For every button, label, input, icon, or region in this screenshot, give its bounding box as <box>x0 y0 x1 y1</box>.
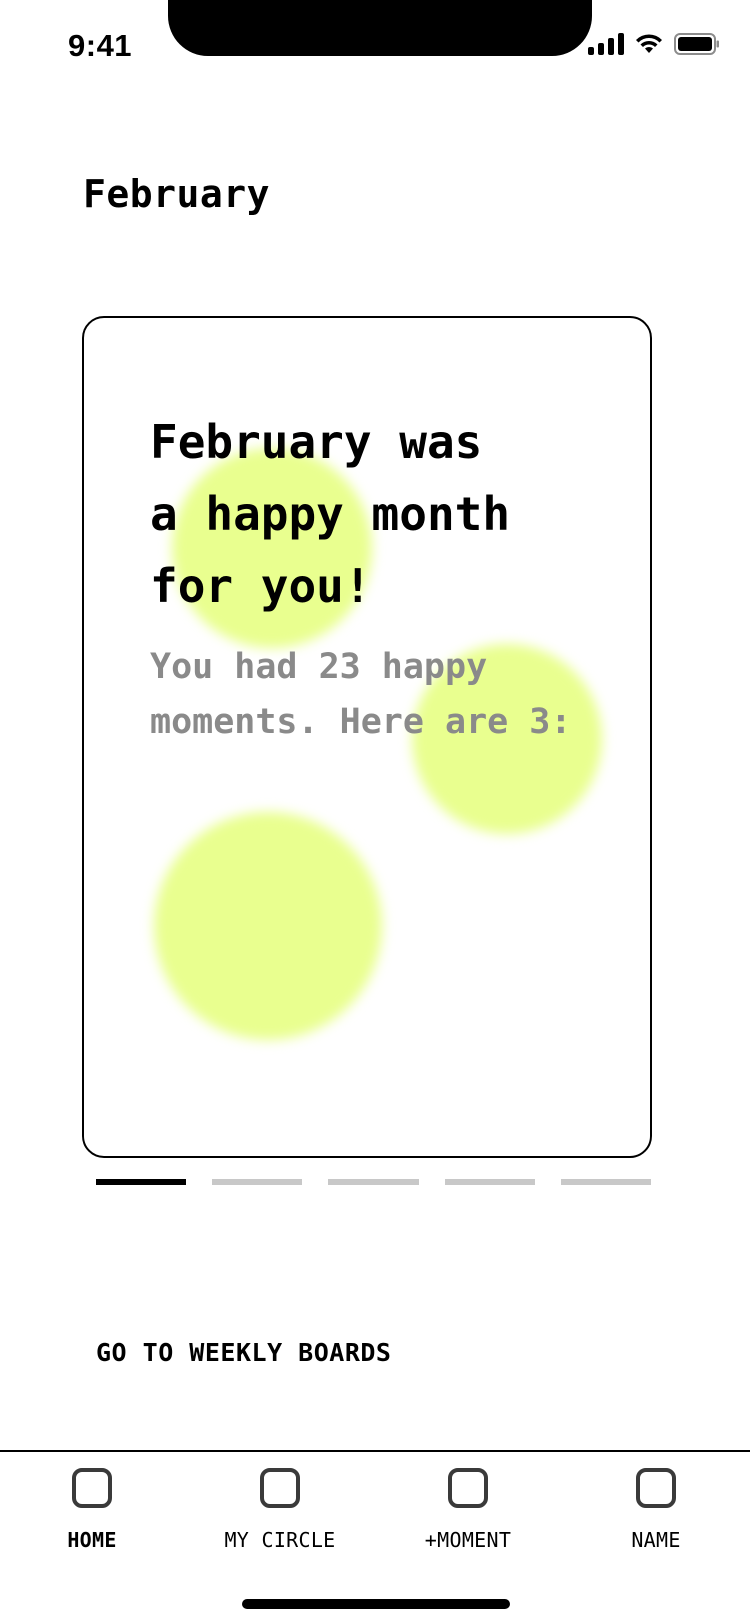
card-headline: February was a happy month for you! <box>150 415 511 613</box>
tab-label: NAME <box>631 1528 681 1552</box>
progress-segment-2[interactable] <box>212 1179 303 1185</box>
monthly-summary-card[interactable]: February was a happy month for you! You … <box>82 316 652 1158</box>
weekly-boards-link[interactable]: GO TO WEEKLY BOARDS <box>96 1338 391 1367</box>
home-indicator[interactable] <box>242 1599 510 1609</box>
status-icons <box>588 33 720 55</box>
status-bar: 9:41 <box>0 0 750 94</box>
status-time: 9:41 <box>68 28 133 63</box>
progress-segment-5[interactable] <box>560 1179 652 1185</box>
tab-home[interactable]: HOME <box>17 1468 167 1552</box>
progress-segment-4[interactable] <box>444 1179 535 1185</box>
device-notch <box>168 0 592 56</box>
wifi-icon <box>634 33 664 55</box>
tab-name[interactable]: NAME <box>581 1468 731 1552</box>
profile-icon <box>636 1468 676 1508</box>
tab-label: +MOMENT <box>424 1528 512 1552</box>
add-moment-icon <box>448 1468 488 1508</box>
tab-label: HOME <box>67 1528 117 1552</box>
circle-icon <box>260 1468 300 1508</box>
card-subtext: You had 23 happy moments. Here are 3: <box>150 647 572 742</box>
tab-bar: HOME MY CIRCLE +MOMENT NAME <box>0 1450 750 1624</box>
page-title: February <box>83 172 271 216</box>
story-progress <box>96 1179 652 1185</box>
tab-add-moment[interactable]: +MOMENT <box>393 1468 543 1552</box>
battery-icon <box>674 33 720 55</box>
tab-label: MY CIRCLE <box>224 1528 336 1552</box>
decorative-blob <box>154 812 382 1040</box>
progress-segment-1[interactable] <box>96 1179 187 1185</box>
tab-my-circle[interactable]: MY CIRCLE <box>205 1468 355 1552</box>
home-icon <box>72 1468 112 1508</box>
progress-segment-3[interactable] <box>328 1179 419 1185</box>
signal-icon <box>588 33 624 55</box>
